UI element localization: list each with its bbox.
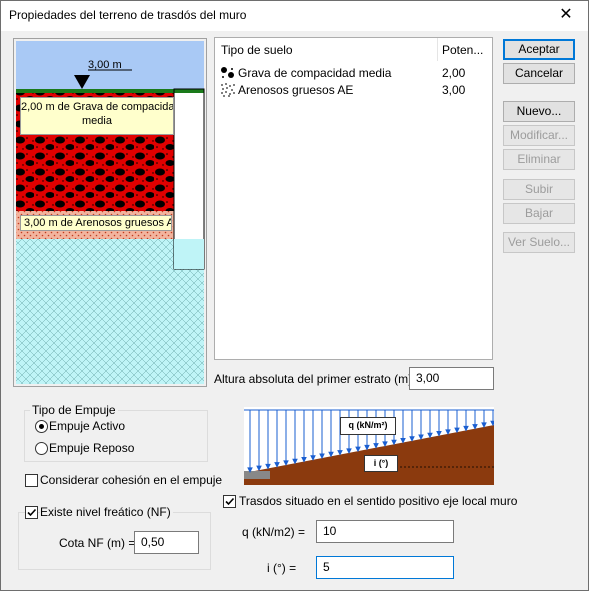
close-icon[interactable]: ✕ (544, 1, 588, 31)
q-label-box: q (kN/m²) (340, 417, 396, 435)
surcharge-diagram: q (kN/m²) i (°) (244, 407, 494, 485)
layer1-label: 2,00 m de Grava de compacidad media (20, 97, 174, 135)
column-header-thickness[interactable]: Poten... (442, 43, 483, 57)
cota-nf-label: Cota NF (m) = (59, 536, 136, 550)
row-name: Grava de compacidad media (238, 66, 392, 80)
empuje-activo-label[interactable]: Empuje Activo (49, 419, 125, 433)
empuje-reposo-radio[interactable] (35, 442, 48, 455)
down-button[interactable]: Bajar (503, 203, 575, 224)
delete-button[interactable]: Eliminar (503, 149, 575, 170)
modify-button[interactable]: Modificar... (503, 125, 575, 146)
cohesion-label[interactable]: Considerar cohesión en el empuje (40, 473, 222, 487)
trasdos-checkbox[interactable] (223, 495, 236, 508)
window-title: Propiedades del terreno de trasdós del m… (9, 8, 247, 22)
gravel-pattern-icon (220, 66, 236, 80)
accept-button[interactable]: Aceptar (503, 39, 575, 60)
soil-list[interactable]: Tipo de suelo Poten... Grava de compacid… (214, 37, 493, 360)
list-header: Tipo de suelo Poten... (215, 38, 492, 63)
view-soil-button[interactable]: Ver Suelo... (503, 232, 575, 253)
soil-preview: 3,00 m 2,00 m de Grava de compacidad med… (13, 38, 207, 387)
q-field-label: q (kN/m2) = (242, 525, 306, 539)
row-name: Arenosos gruesos AE (238, 83, 354, 97)
freatico-label[interactable]: Existe nivel freático (NF) (40, 505, 173, 519)
row-thickness: 3,00 (442, 83, 466, 97)
cancel-button[interactable]: Cancelar (503, 63, 575, 84)
i-input[interactable]: 5 (316, 556, 454, 579)
i-field-label: i (°) = (267, 561, 297, 575)
empuje-group-title: Tipo de Empuje (30, 403, 118, 417)
altura-input[interactable]: 3,00 (409, 367, 494, 390)
title-bar: Propiedades del terreno de trasdós del m… (1, 1, 588, 31)
list-item[interactable]: Arenosos gruesos AE 3,00 (215, 82, 492, 99)
sand-pattern-icon (220, 83, 236, 97)
column-header-soil-type[interactable]: Tipo de suelo (221, 43, 293, 57)
layer2-label: 3,00 m de Arenosos gruesos AE (20, 215, 172, 231)
new-button[interactable]: Nuevo... (503, 101, 575, 122)
altura-label: Altura absoluta del primer estrato (m): (214, 372, 416, 386)
i-label-box: i (°) (364, 455, 398, 472)
dialog-window: Propiedades del terreno de trasdós del m… (0, 0, 589, 591)
up-button[interactable]: Subir (503, 179, 575, 200)
cohesion-checkbox[interactable] (25, 474, 38, 487)
freatico-checkbox[interactable] (25, 506, 38, 519)
list-item[interactable]: Grava de compacidad media 2,00 (215, 65, 492, 82)
empuje-reposo-label[interactable]: Empuje Reposo (49, 441, 134, 455)
trasdos-label[interactable]: Trasdos situado en el sentido positivo e… (239, 494, 517, 508)
q-input[interactable]: 10 (316, 520, 454, 543)
cota-nf-input[interactable]: 0,50 (134, 531, 199, 554)
row-thickness: 2,00 (442, 66, 466, 80)
preview-width-label: 3,00 m (88, 59, 122, 71)
empuje-activo-radio[interactable] (35, 420, 48, 433)
